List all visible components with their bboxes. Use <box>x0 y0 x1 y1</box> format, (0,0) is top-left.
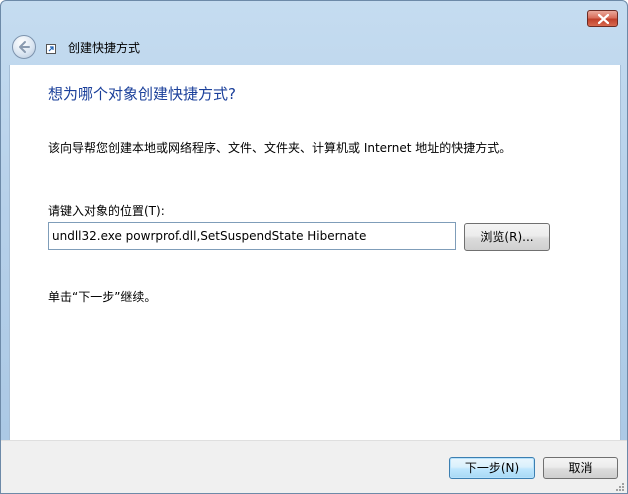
wizard-footer: 下一步(N) 取消 <box>1 440 627 493</box>
browse-button[interactable]: 浏览(R)... <box>464 223 550 251</box>
shortcut-icon <box>46 44 56 54</box>
wizard-instruction: 单击“下一步”继续。 <box>48 290 157 304</box>
back-button[interactable] <box>12 35 36 59</box>
close-icon <box>598 14 609 24</box>
next-button[interactable]: 下一步(N) <box>449 457 535 479</box>
back-arrow-icon <box>19 41 30 53</box>
cancel-button[interactable]: 取消 <box>543 457 618 479</box>
wizard-heading: 想为哪个对象创建快捷方式? <box>48 85 236 103</box>
close-button[interactable] <box>587 10 618 27</box>
wizard-description: 该向导帮您创建本地或网络程序、文件、文件夹、计算机或 Internet 地址的快… <box>48 141 512 155</box>
location-input[interactable] <box>48 222 456 250</box>
wizard-content: 想为哪个对象创建快捷方式? 该向导帮您创建本地或网络程序、文件、文件夹、计算机或… <box>9 65 621 440</box>
create-shortcut-window: 创建快捷方式 想为哪个对象创建快捷方式? 该向导帮您创建本地或网络程序、文件、文… <box>0 0 628 494</box>
location-label: 请键入对象的位置(T): <box>48 204 165 218</box>
window-title: 创建快捷方式 <box>68 41 141 55</box>
resize-grip-icon[interactable] <box>614 481 625 492</box>
